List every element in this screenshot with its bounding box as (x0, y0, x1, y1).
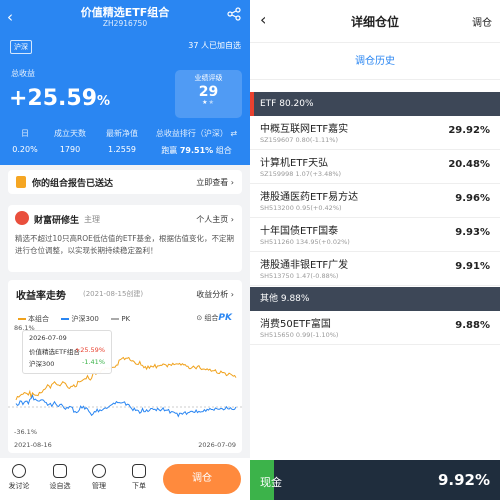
report-text: 你的组合报告已送达 (32, 179, 114, 189)
portfolio-code: ZH2916750 (102, 19, 148, 28)
discuss-icon (12, 464, 26, 478)
report-icon (16, 176, 26, 188)
y-axis-top-label: 86.1% (14, 324, 35, 332)
series-line-csi300 (15, 393, 237, 418)
stat-rank[interactable]: 总收益排行（沪深） ⇄ 跑赢 79.51% 组合 (145, 128, 248, 156)
holding-row[interactable]: 港股通非银ETF广发 SH513750 1.47(-0.88%) 9.91% (250, 252, 500, 286)
rating-label: 业绩评级 (194, 74, 223, 82)
portfolio-overview-panel: ‹ 价值精选ETF组合 ZH2916750 沪深 37 人已加自选 总收益 +2… (0, 0, 250, 500)
trend-created-date: (2021-08-15创建) (83, 290, 144, 298)
stat-days: 成立天数 1790 (54, 129, 86, 154)
cash-bar: 现金 9.92% (250, 460, 500, 500)
profile-link[interactable]: 个人主页 › (196, 214, 234, 225)
rating-value: 29 (198, 84, 219, 100)
share-icon[interactable] (227, 7, 241, 21)
manage-button[interactable]: 管理 (84, 464, 114, 491)
group-marker (250, 287, 254, 311)
x-axis-end-label: 2026-07-09 (198, 441, 236, 449)
group-header-other: 其他 9.88% (250, 287, 500, 311)
split-screenshot: ‹ 价值精选ETF组合 ZH2916750 沪深 37 人已加自选 总收益 +2… (0, 0, 500, 500)
rebalance-button[interactable]: 调仓 (163, 464, 241, 494)
stat-nav: 最新净值 1.2559 (106, 129, 138, 154)
cash-value: 9.92% (437, 471, 490, 489)
group-marker (250, 92, 254, 116)
order-icon (132, 464, 146, 478)
gear-icon (92, 464, 106, 478)
holdings-title: 详细仓位 (350, 15, 399, 29)
holdings-detail-panel: ‹ 详细仓位 调仓 调仓历史 ETF 80.20% 中概互联网ETF嘉实 SZ1… (250, 0, 500, 500)
holding-row[interactable]: 港股通医药ETF易方达 SH513200 0.95(+0.42%) 9.96% (250, 184, 500, 218)
followers-count: 37 人已加自选 (188, 41, 241, 50)
discuss-button[interactable]: 发讨论 (4, 464, 34, 491)
portfolio-title: 价值精选ETF组合 (80, 6, 170, 19)
market-badge: 沪深 (10, 40, 32, 54)
holding-row[interactable]: 中概互联网ETF嘉实 SZ159607 0.80(-1.11%) 29.92% (250, 116, 500, 150)
performance-rating[interactable]: 业绩评级 29 ★★ (175, 70, 242, 118)
trend-title: 收益率走势 (16, 291, 66, 302)
mentor-card: 财富研修生 主理 个人主页 › 精选不超过10只高ROE低估值的ETF基金，根据… (8, 205, 242, 272)
holding-row[interactable]: 计算机ETF天弘 SZ159998 1.07(+3.48%) 20.48% (250, 150, 500, 184)
rebalance-link[interactable]: 调仓 (472, 14, 492, 29)
rating-stars: ★★ (202, 99, 215, 106)
total-profit-value: +25.59% (9, 86, 111, 111)
bottom-toolbar: 发讨论 设自选 管理 下单 调仓 (0, 458, 250, 500)
rebalance-history-link[interactable]: 调仓历史 (250, 42, 500, 80)
stat-daily: 日 0.20% (12, 129, 38, 154)
x-axis-start-label: 2021-08-16 (14, 441, 52, 449)
mentor-role: 主理 (84, 215, 100, 224)
stats-row: 日 0.20% 成立天数 1790 最新净值 1.2559 总收益排行（沪深） … (0, 128, 250, 158)
holding-row[interactable]: 消费50ETF富国 SH515650 0.99(-1.10%) 9.88% (250, 311, 500, 345)
report-banner[interactable]: 你的组合报告已送达 立即查看 › (8, 170, 242, 194)
mentor-name: 财富研修生 (34, 216, 80, 226)
watchlist-icon (53, 464, 67, 478)
cash-label: 现金 (260, 476, 282, 489)
group-header-etf: ETF 80.20% (250, 92, 500, 116)
return-trend-card: 收益率走势 (2021-08-15创建) 收益分析 › 本组合 沪深300 PK… (8, 280, 242, 453)
y-axis-bottom-label: -36.1% (14, 428, 37, 436)
order-button[interactable]: 下单 (124, 464, 154, 491)
return-analysis-link[interactable]: 收益分析 › (196, 289, 234, 300)
portfolio-header: ‹ 价值精选ETF组合 ZH2916750 沪深 37 人已加自选 总收益 +2… (0, 0, 250, 165)
avatar[interactable] (15, 211, 29, 225)
holding-row[interactable]: 十年国债ETF国泰 SH511260 134.95(+0.02%) 9.93% (250, 218, 500, 252)
holdings-header: ‹ 详细仓位 调仓 (250, 0, 500, 42)
mentor-description: 精选不超过10只高ROE低估值的ETF基金，根据估值变化，不定期进行仓位调整，以… (15, 234, 235, 255)
report-view-link[interactable]: 立即查看 › (196, 177, 234, 188)
chart-tooltip: 2026-07-09 价值精选ETF组合 +25.59% 沪深300 -1.41… (22, 330, 112, 374)
total-profit-label: 总收益 (11, 69, 35, 78)
add-watchlist-button[interactable]: 设自选 (45, 464, 75, 491)
